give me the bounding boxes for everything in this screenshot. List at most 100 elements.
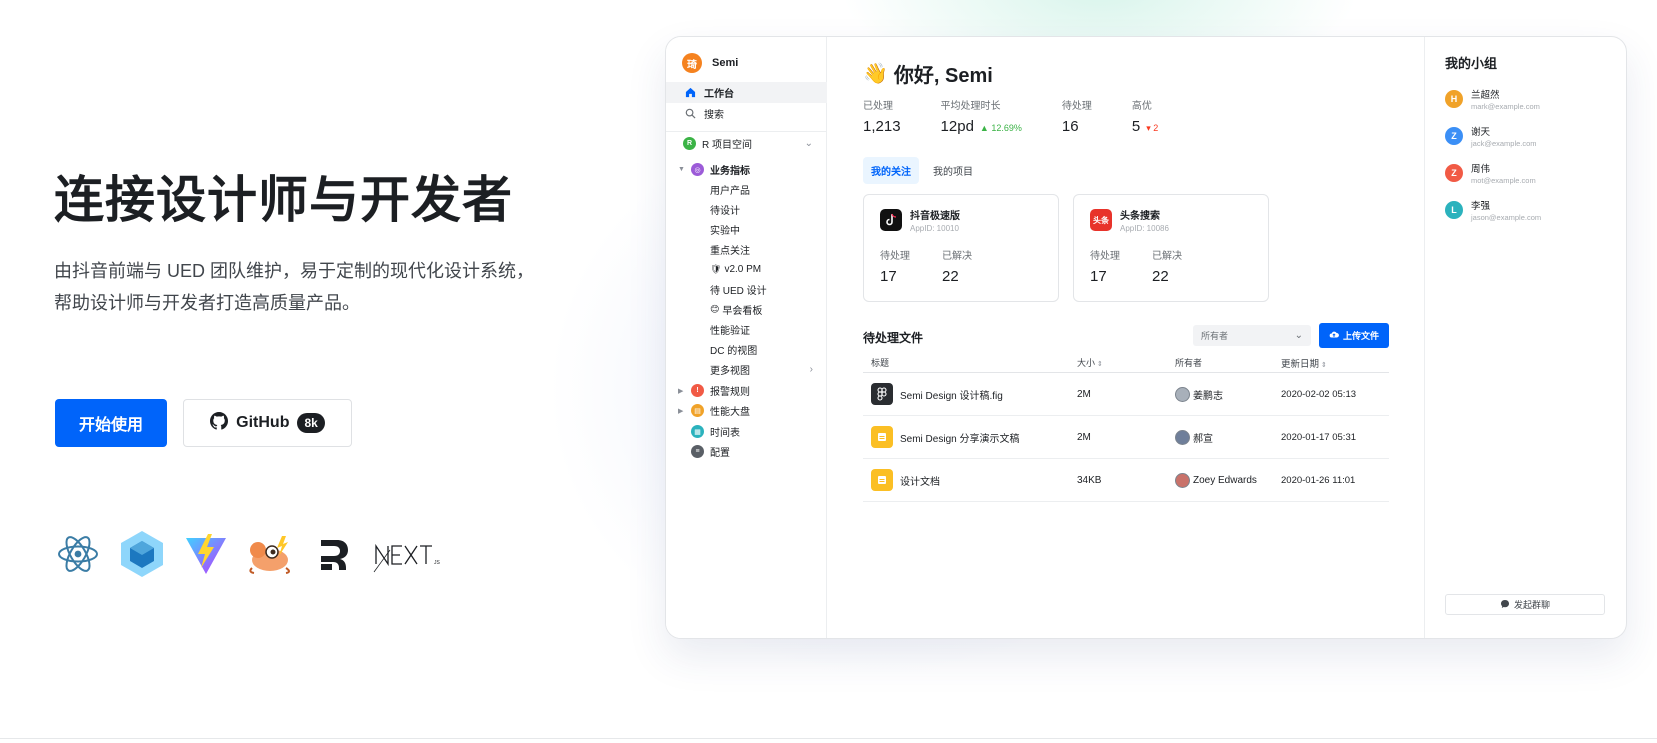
- document-file-icon: [871, 426, 893, 448]
- space-badge: R: [683, 137, 696, 150]
- caret-right-icon: ▶: [678, 387, 684, 395]
- table-row[interactable]: 设计文档 34KB Zoey Edwards 2020-01-26 11:01: [863, 459, 1389, 502]
- my-group-panel: 我的小组 H 兰超然 mark@example.com Z 谢天 jack@exam…: [1424, 37, 1626, 638]
- hero-description-line-2: 帮助设计师与开发者打造高质量产品。: [54, 293, 360, 313]
- stat-processed: 已处理 1,213: [863, 101, 901, 135]
- greeting-text: 你好, Semi: [893, 65, 993, 87]
- avatar: [1175, 429, 1190, 445]
- dashboard-icon: ▤: [691, 404, 704, 417]
- sidebar-subitem[interactable]: 待设计: [666, 199, 827, 220]
- sidebar-subitem[interactable]: 实验中: [666, 219, 827, 240]
- sidebar: 琦 Semi 工作台 搜索 R R 项目空间 ⌄ ▼ ◎ 业务指标 用户产品 待…: [666, 37, 827, 638]
- chevron-right-icon: ›: [809, 364, 813, 375]
- files-table: 标题 大小 ⇕ 所有者 更新日期 ⇕ Semi Design 设计稿.fig 2M …: [863, 353, 1389, 502]
- table-row[interactable]: Semi Design 设计稿.fig 2M 姜鹏志 2020-02-02 05…: [863, 373, 1389, 416]
- group-member[interactable]: Z 周伟 mot@example.com: [1445, 161, 1536, 185]
- figma-file-icon: [871, 383, 893, 405]
- col-title: 标题: [871, 358, 890, 368]
- sidebar-item-label: 搜索: [704, 110, 724, 121]
- github-button[interactable]: GitHub 8k: [183, 399, 352, 447]
- sidebar-subitem[interactable]: 用户产品: [666, 179, 827, 200]
- pending-files-title: 待处理文件: [863, 331, 924, 345]
- greeting: 👋 你好, Semi: [863, 59, 993, 88]
- start-button[interactable]: 开始使用: [55, 399, 167, 447]
- vite-icon: [180, 528, 232, 580]
- col-updated[interactable]: 更新日期 ⇕: [1277, 356, 1389, 370]
- group-member[interactable]: Z 谢天 jack@example.com: [1445, 124, 1537, 148]
- tab-my-projects[interactable]: 我的项目: [925, 157, 981, 184]
- alert-icon: !: [691, 384, 704, 397]
- section-divider: [0, 738, 1657, 739]
- group-title: 我的小组: [1445, 56, 1498, 71]
- nextjs-icon: JS: [372, 528, 444, 580]
- wave-icon: 👋: [863, 63, 888, 85]
- metrics-icon: ◎: [691, 163, 704, 176]
- sort-icon: ⇕: [1321, 361, 1327, 369]
- caret-right-icon: ▶: [678, 407, 684, 415]
- col-size[interactable]: 大小 ⇕: [1073, 356, 1171, 369]
- sidebar-item-label: R 项目空间: [702, 140, 752, 151]
- sidebar-subitem-more-views[interactable]: 更多视图 ›: [666, 359, 827, 380]
- sidebar-item-label: 业务指标: [710, 166, 750, 177]
- caret-down-icon: ▼: [678, 166, 685, 173]
- smile-icon: 😊: [710, 304, 720, 314]
- card-appid: AppID: 10010: [910, 224, 959, 233]
- group-member[interactable]: H 兰超然 mark@example.com: [1445, 87, 1540, 111]
- sidebar-item-business-metrics[interactable]: ▼ ◎ 业务指标: [666, 159, 827, 180]
- table-row[interactable]: Semi Design 分享演示文稿 2M 郝宣 2020-01-17 05:3…: [863, 416, 1389, 459]
- chevron-down-icon: ⌄: [1294, 330, 1303, 341]
- chevron-down-icon: ⌄: [804, 138, 813, 149]
- brand-name: Semi: [712, 57, 739, 69]
- main-content: 👋 你好, Semi 已处理 1,213 平均处理时长 12pd ▲ 12.69…: [827, 37, 1424, 638]
- settings-icon: ≡: [691, 445, 704, 458]
- owner-select[interactable]: 所有者 ⌄: [1193, 325, 1311, 346]
- col-owner: 所有者: [1175, 358, 1203, 368]
- table-header: 标题 大小 ⇕ 所有者 更新日期 ⇕: [863, 353, 1389, 373]
- avatar: H: [1445, 90, 1463, 108]
- app-card-douyin[interactable]: 抖音极速版 AppID: 10010 待处理 17 已解决 22: [863, 194, 1059, 302]
- file-title[interactable]: Semi Design 分享演示文稿: [900, 430, 1019, 445]
- sidebar-item-project-space[interactable]: R R 项目空间 ⌄: [666, 133, 827, 154]
- tech-stack-logos: JS: [52, 528, 456, 580]
- sidebar-subitem[interactable]: DC 的视图: [666, 339, 827, 360]
- sidebar-item-workbench[interactable]: 工作台: [666, 82, 827, 103]
- avatar: Z: [1445, 164, 1463, 182]
- app-card-toutiao[interactable]: 头条 头条搜索 AppID: 10086 待处理 17 已解决 22: [1073, 194, 1269, 302]
- cloud-upload-icon: [1329, 330, 1339, 341]
- stat-pending: 待处理 16: [1061, 101, 1092, 135]
- sidebar-item-label: 工作台: [704, 89, 734, 100]
- webpack-icon: [116, 528, 168, 580]
- start-group-chat-button[interactable]: 发起群聊: [1445, 594, 1605, 615]
- stats-row: 已处理 1,213 平均处理时长 12pd ▲ 12.69% 待处理 16 高优…: [863, 97, 1198, 135]
- tab-bar: 我的关注 我的项目: [863, 157, 981, 184]
- sidebar-item-performance-dashboard[interactable]: ▶ ▤ 性能大盘: [666, 400, 827, 421]
- brand-logo: 琦: [682, 53, 702, 73]
- react-icon: [52, 528, 104, 580]
- file-title[interactable]: 设计文档: [900, 473, 940, 488]
- trend-up-badge: ▲ 12.69%: [979, 123, 1022, 133]
- tab-my-follows[interactable]: 我的关注: [863, 157, 919, 184]
- sidebar-subitem[interactable]: 😊 早会看板: [666, 299, 827, 320]
- sidebar-item-timeline[interactable]: ▦ 时间表: [666, 421, 827, 442]
- sidebar-subitem[interactable]: 重点关注: [666, 239, 827, 260]
- sidebar-item-alert-rules[interactable]: ▶ ! 报警规则: [666, 380, 827, 401]
- shield-icon: 🛡: [710, 264, 722, 274]
- sidebar-subitem[interactable]: 待 UED 设计: [666, 279, 827, 300]
- hero-title: 连接设计师与开发者: [54, 172, 513, 228]
- sidebar-subitem[interactable]: 性能验证: [666, 319, 827, 340]
- group-member[interactable]: L 李强 jason@example.com: [1445, 198, 1541, 222]
- upload-file-button[interactable]: 上传文件: [1319, 323, 1389, 348]
- sidebar-divider: [666, 131, 827, 132]
- svg-text:JS: JS: [434, 560, 441, 566]
- sidebar-subitem[interactable]: 🛡 v2.0 PM: [666, 259, 827, 280]
- sort-icon: ⇕: [1097, 361, 1103, 368]
- hero-description-line-1: 由抖音前端与 UED 团队维护，易于定制的现代化设计系统，: [54, 261, 535, 281]
- sidebar-header[interactable]: 琦 Semi: [682, 53, 738, 73]
- calendar-icon: ▦: [691, 425, 704, 438]
- sidebar-item-config[interactable]: ≡ 配置: [666, 441, 827, 462]
- file-title[interactable]: Semi Design 设计稿.fig: [900, 387, 1003, 402]
- card-title: 头条搜索: [1120, 211, 1160, 222]
- card-appid: AppID: 10086: [1120, 224, 1169, 233]
- github-label: GitHub: [236, 414, 290, 431]
- sidebar-item-search[interactable]: 搜索: [666, 103, 827, 124]
